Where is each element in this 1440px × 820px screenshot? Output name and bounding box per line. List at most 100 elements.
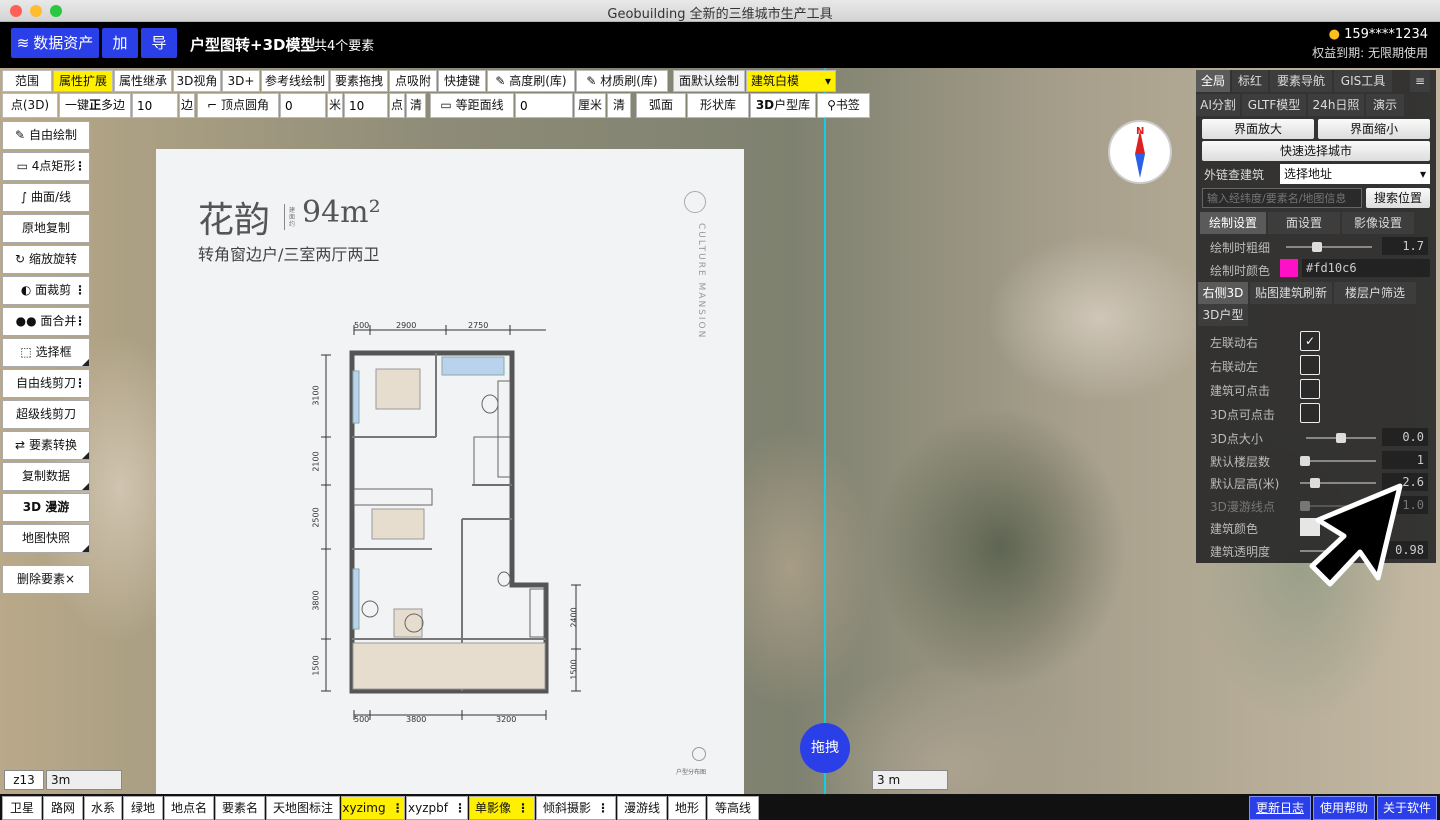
more-icon[interactable]: ⋮ (74, 153, 86, 180)
more-icon[interactable]: ⋮ (392, 801, 404, 815)
layer-satellite[interactable]: 卫星 (2, 796, 42, 820)
export-button[interactable]: 导 (141, 28, 177, 58)
tab-feature-nav[interactable]: 要素导航 (1270, 70, 1332, 92)
location-search-input[interactable] (1202, 188, 1362, 208)
slider-thumb[interactable] (1336, 433, 1346, 443)
tool-reference-line[interactable]: 参考线绘制 (261, 70, 329, 92)
tool-super-line-cut[interactable]: 超级线剪刀 (2, 400, 90, 429)
layer-roam-line[interactable]: 漫游线 (617, 796, 667, 820)
clear-button-1[interactable]: 清 (406, 93, 426, 118)
layer-terrain[interactable]: 地形 (668, 796, 706, 820)
tool-range[interactable]: 范围 (2, 70, 52, 92)
layer-xyzimg[interactable]: xyzimg ⋮ (341, 796, 405, 820)
equidist-input[interactable] (515, 93, 573, 118)
panel-menu-icon[interactable]: ≡ (1410, 70, 1430, 92)
search-location-button[interactable]: 搜索位置 (1366, 188, 1430, 208)
layer-place-names[interactable]: 地点名 (164, 796, 214, 820)
tab-demo[interactable]: 演示 (1366, 94, 1404, 116)
layer-roads[interactable]: 路网 (43, 796, 83, 820)
tab-sunlight[interactable]: 24h日照 (1308, 94, 1364, 116)
split-divider[interactable] (824, 68, 826, 794)
layer-water[interactable]: 水系 (84, 796, 122, 820)
point-size-slider[interactable] (1306, 433, 1376, 443)
draw-width-slider[interactable] (1286, 242, 1372, 252)
tool-select-box[interactable]: ⬚ 选择框 (2, 338, 90, 367)
changelog-link[interactable]: 更新日志 (1249, 796, 1311, 820)
tool-map-snapshot[interactable]: 地图快照 (2, 524, 90, 553)
tab-face-settings[interactable]: 面设置 (1268, 212, 1340, 234)
regular-polygon-button[interactable]: 一键正多边 (59, 93, 131, 118)
tool-3d-plus[interactable]: 3D+ (222, 70, 260, 92)
tab-gltf-model[interactable]: GLTF模型 (1242, 94, 1306, 116)
building-mode-select[interactable]: 建筑白模 ▾ (746, 70, 836, 92)
layer-oblique[interactable]: 倾斜摄影 ⋮ (536, 796, 616, 820)
tab-floor-filter[interactable]: 楼层户筛选 (1334, 282, 1416, 304)
tool-attr-inherit[interactable]: 属性继承 (114, 70, 172, 92)
more-icon[interactable]: ⋮ (597, 801, 609, 815)
tool-3d-view[interactable]: 3D视角 (173, 70, 221, 92)
tool-feature-convert[interactable]: ⇄ 要素转换 (2, 431, 90, 460)
bookmark-button[interactable]: ⚲书签 (817, 93, 870, 118)
points-input[interactable] (344, 93, 388, 118)
tool-copy-data[interactable]: 复制数据 (2, 462, 90, 491)
slider-thumb[interactable] (1312, 242, 1322, 252)
building-clickable-checkbox[interactable] (1300, 379, 1320, 399)
tool-face-default-draw[interactable]: 面默认绘制 (673, 70, 745, 92)
point-size-value[interactable]: 0.0 (1382, 428, 1428, 446)
tool-curve-line[interactable]: ∫ 曲面/线 (2, 183, 90, 212)
floors-value[interactable]: 1 (1382, 451, 1428, 469)
layer-feature-names[interactable]: 要素名 (215, 796, 265, 820)
tab-ai-segment[interactable]: AI分割 (1196, 94, 1240, 116)
layer-tianditu[interactable]: 天地图标注 (266, 796, 340, 820)
tool-free-line-cut[interactable]: 自由线剪刀 ⋮ (2, 369, 90, 398)
floorplan-image[interactable]: 花韵 建面约 94m² 转角窗边户/三室两厅两卫 CULTURE MANSION (156, 149, 744, 794)
right-link-left-checkbox[interactable] (1300, 355, 1320, 375)
corner-value[interactable] (281, 94, 325, 117)
point-3d-button[interactable]: 点(3D) (2, 93, 58, 118)
layer-xyzpbf[interactable]: xyzpbf ⋮ (406, 796, 468, 820)
tool-4pt-rect[interactable]: ▭ 4点矩形 ⋮ (2, 152, 90, 181)
tool-feature-drag[interactable]: 要素拖拽 (330, 70, 388, 92)
draw-color-swatch[interactable] (1280, 259, 1298, 277)
left-link-right-checkbox[interactable]: ✓ (1300, 331, 1320, 351)
3d-floorplan-library-button[interactable]: 3D户型库 (750, 93, 816, 118)
clear-button-2[interactable]: 清 (607, 93, 631, 118)
tool-face-merge[interactable]: ●● 面合并 ⋮ (2, 307, 90, 336)
more-icon[interactable]: ⋮ (74, 308, 86, 335)
help-link[interactable]: 使用帮助 (1313, 796, 1375, 820)
zoom-out-button[interactable]: 界面缩小 (1318, 119, 1430, 139)
tool-face-clip[interactable]: ◐ 面裁剪 ⋮ (2, 276, 90, 305)
quick-city-button[interactable]: 快速选择城市 (1202, 141, 1430, 161)
layer-single-image[interactable]: 单影像 ⋮ (469, 796, 535, 820)
zoom-in-button[interactable]: 界面放大 (1202, 119, 1314, 139)
sides-input[interactable] (132, 93, 178, 118)
tool-copy-in-place[interactable]: 原地复制 (2, 214, 90, 243)
tab-draw-settings[interactable]: 绘制设置 (1200, 212, 1266, 234)
tab-imagery-settings[interactable]: 影像设置 (1342, 212, 1414, 234)
more-icon[interactable]: ⋮ (74, 277, 86, 304)
delete-feature-button[interactable]: 删除要素× (2, 565, 90, 594)
slider-thumb[interactable] (1300, 456, 1310, 466)
draw-width-value[interactable]: 1.7 (1382, 237, 1428, 255)
tab-mark-red[interactable]: 标红 (1232, 70, 1268, 92)
point-clickable-checkbox[interactable] (1300, 403, 1320, 423)
drag-button[interactable]: 拖拽 (800, 723, 850, 773)
tab-texture-refresh[interactable]: 贴图建筑刷新 (1250, 282, 1332, 304)
tab-3d-floorplan[interactable]: 3D户型 (1198, 304, 1248, 326)
user-account[interactable]: ● 159****1234 (1329, 27, 1428, 42)
tool-material-brush[interactable]: ✎ 材质刷(库) (576, 70, 668, 92)
add-button[interactable]: 加 (102, 28, 138, 58)
more-icon[interactable]: ⋮ (454, 801, 466, 815)
tab-global[interactable]: 全局 (1196, 70, 1230, 92)
about-link[interactable]: 关于软件 (1377, 796, 1437, 820)
tool-shortcuts[interactable]: 快捷键 (438, 70, 486, 92)
equidist-value[interactable] (516, 94, 572, 117)
more-icon[interactable]: ⋮ (517, 801, 529, 815)
tool-scale-rotate[interactable]: ↻ 缩放旋转 (2, 245, 90, 274)
arc-surface-button[interactable]: 弧面 (636, 93, 686, 118)
corner-input[interactable] (280, 93, 326, 118)
layer-green[interactable]: 绿地 (123, 796, 163, 820)
tab-right-3d[interactable]: 右侧3D (1198, 282, 1248, 304)
floors-slider[interactable] (1300, 456, 1376, 466)
draw-color-value[interactable]: #fd10c6 (1302, 259, 1430, 277)
